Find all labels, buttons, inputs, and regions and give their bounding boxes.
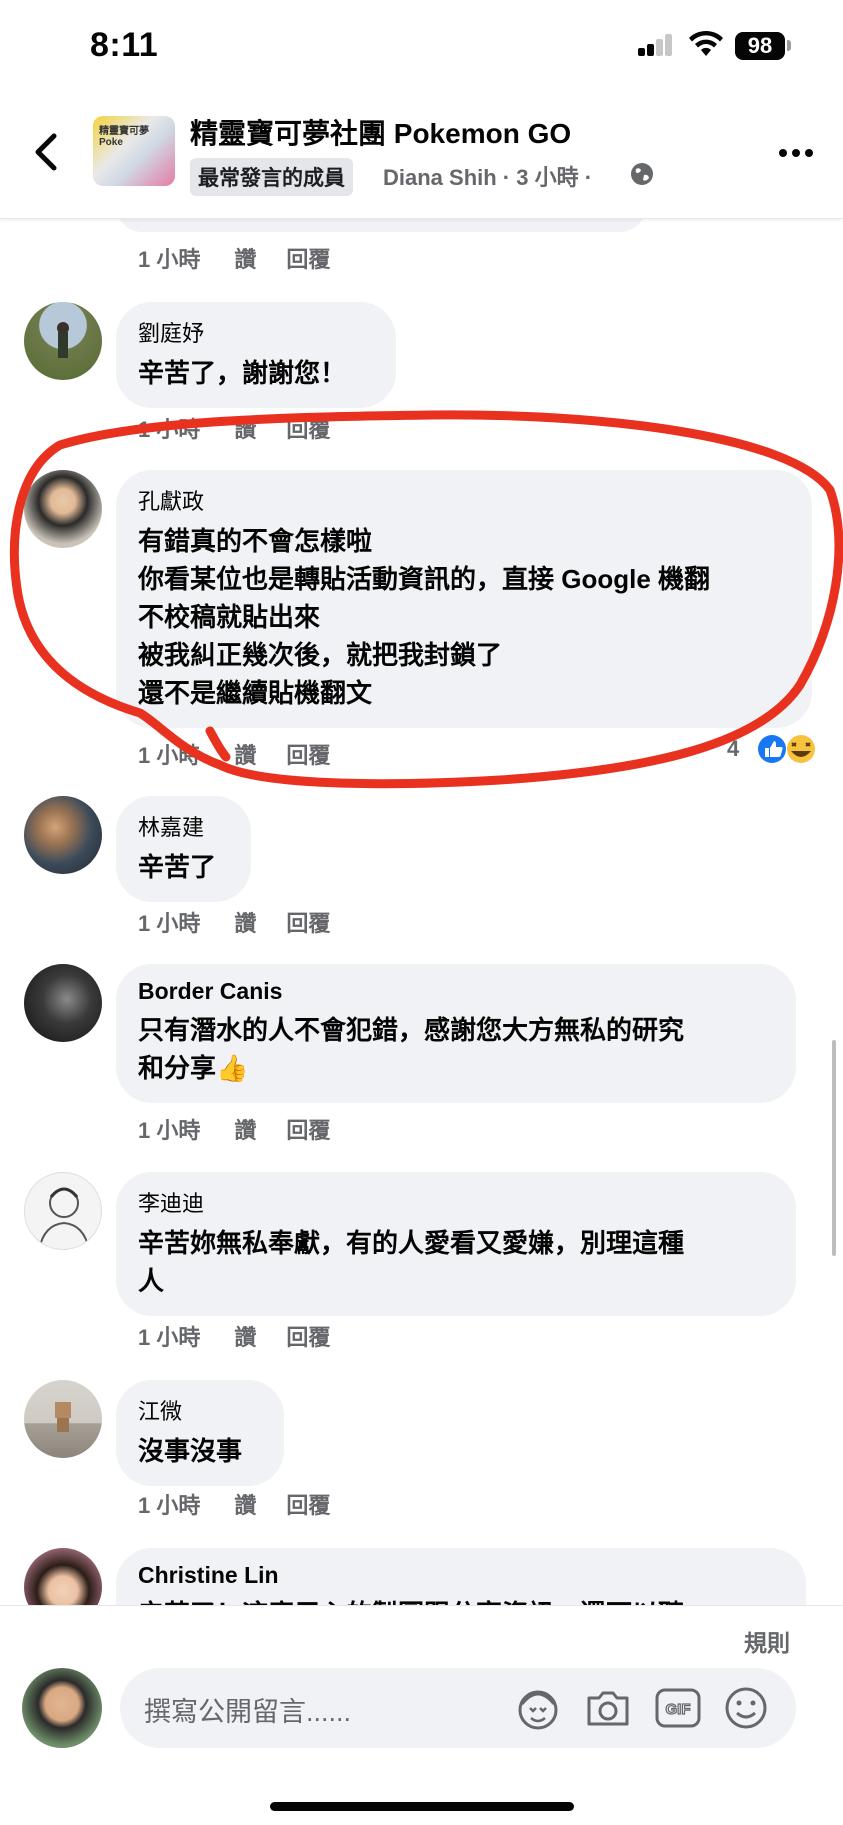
commenter-name[interactable]: 孔獻政 — [138, 484, 788, 516]
comment-bubble: 江微 沒事沒事 — [116, 1380, 284, 1486]
battery-nub — [787, 40, 791, 51]
like-link[interactable]: 讚 — [234, 242, 256, 274]
svg-text:GIF: GIF — [666, 1701, 691, 1718]
comment-bubble: 孔獻政 有錯真的不會怎樣啦 你看某位也是轉貼活動資訊的，直接 Google 機翻… — [116, 470, 812, 728]
commenter-avatar[interactable] — [24, 302, 102, 380]
commenter-avatar[interactable] — [24, 796, 102, 874]
comment-actions: 1 小時 讚回覆 — [138, 738, 360, 770]
avatar-sticker-icon[interactable] — [512, 1682, 564, 1734]
comment-text: 沒事沒事 — [138, 1436, 243, 1466]
reply-link[interactable]: 回覆 — [286, 1113, 330, 1145]
comment-input[interactable]: 撰寫公開留言...... GIF — [120, 1668, 796, 1748]
wifi-icon — [689, 30, 723, 56]
emoji-icon[interactable] — [720, 1682, 772, 1734]
rules-link[interactable]: 規則 — [744, 1624, 790, 1658]
like-link[interactable]: 讚 — [234, 1320, 256, 1352]
comment-time: 1 小時 — [138, 1118, 201, 1143]
member-badge: 最常發言的成員 — [190, 158, 353, 196]
like-link[interactable]: 讚 — [234, 1113, 256, 1145]
reaction-count[interactable]: 4 — [727, 736, 739, 762]
comment-actions: 1 小時 讚回覆 — [138, 242, 360, 274]
battery-indicator: 98 — [735, 32, 785, 60]
comment-actions: 1 小時 讚回覆 — [138, 906, 360, 938]
commenter-avatar[interactable] — [24, 1172, 102, 1250]
comment-time: 1 小時 — [138, 911, 201, 936]
group-title[interactable]: 精靈寶可夢社團 Pokemon GO — [190, 112, 571, 152]
like-link[interactable]: 讚 — [234, 412, 256, 444]
status-time: 8:11 — [90, 26, 159, 64]
comment-text: 辛苦妳無私奉獻，有的人愛看又愛嫌，別理這種 人 — [138, 1228, 685, 1296]
group-avatar-text: 精靈寶可夢 Poke — [99, 126, 149, 148]
comment-actions: 1 小時 讚回覆 — [138, 1113, 360, 1145]
globe-icon — [631, 163, 653, 185]
reply-link[interactable]: 回覆 — [286, 906, 330, 938]
reply-link[interactable]: 回覆 — [286, 242, 330, 274]
commenter-avatar[interactable] — [24, 1380, 102, 1458]
comment-actions: 1 小時 讚回覆 — [138, 1320, 360, 1352]
commenter-name[interactable]: 林嘉建 — [138, 810, 227, 842]
camera-icon[interactable] — [582, 1682, 634, 1734]
like-link[interactable]: 讚 — [234, 1488, 256, 1520]
scrollbar[interactable] — [832, 1040, 836, 1256]
reply-link[interactable]: 回覆 — [286, 1320, 330, 1352]
home-indicator — [270, 1802, 574, 1811]
haha-reaction-icon — [787, 735, 815, 763]
commenter-name[interactable]: Border Canis — [138, 978, 772, 1005]
comment-bubble: 林嘉建 辛苦了 — [116, 796, 251, 902]
cellular-signal-icon — [638, 34, 672, 56]
like-link[interactable]: 讚 — [234, 906, 256, 938]
commenter-name[interactable]: 李迪迪 — [138, 1186, 772, 1218]
commenter-name[interactable]: 江微 — [138, 1394, 260, 1426]
comment-time: 1 小時 — [138, 1493, 201, 1518]
comment-bubble: 李迪迪 辛苦妳無私奉獻，有的人愛看又愛嫌，別理這種 人 — [116, 1172, 796, 1316]
comment-time: 1 小時 — [138, 417, 201, 442]
comment-text: 辛苦了 — [138, 852, 217, 882]
reply-link[interactable]: 回覆 — [286, 738, 330, 770]
comment-actions: 1 小時 讚回覆 — [138, 1488, 360, 1520]
comment-text: 只有潛水的人不會犯錯，感謝您大方無私的研究 和分享👍 — [138, 1015, 685, 1083]
comment-input-placeholder: 撰寫公開留言...... — [144, 1697, 352, 1727]
comment-time: 1 小時 — [138, 247, 201, 272]
group-avatar[interactable]: 精靈寶可夢 Poke — [93, 116, 175, 186]
comment-text: 有錯真的不會怎樣啦 你看某位也是轉貼活動資訊的，直接 Google 機翻 不校稿… — [138, 526, 711, 708]
reply-link[interactable]: 回覆 — [286, 1488, 330, 1520]
commenter-name[interactable]: Christine Lin — [138, 1562, 782, 1589]
commenter-name[interactable]: 劉庭妤 — [138, 316, 372, 348]
post-header: 精靈寶可夢 Poke 精靈寶可夢社團 Pokemon GO 最常發言的成員 Di… — [0, 92, 843, 219]
post-meta[interactable]: Diana Shih · 3 小時 · — [383, 160, 592, 192]
like-link[interactable]: 讚 — [234, 738, 256, 770]
commenter-avatar[interactable] — [24, 964, 102, 1042]
back-arrow-icon[interactable] — [28, 130, 68, 174]
comment-bubble: Border Canis 只有潛水的人不會犯錯，感謝您大方無私的研究 和分享👍 — [116, 964, 796, 1103]
my-avatar[interactable] — [22, 1668, 102, 1748]
comment-time: 1 小時 — [138, 1325, 201, 1350]
comment-text: 辛苦了，謝謝您！ — [138, 358, 347, 388]
comment-bubble: 劉庭妤 辛苦了，謝謝您！ — [116, 302, 396, 408]
commenter-avatar[interactable] — [24, 470, 102, 548]
comment-actions: 1 小時 讚回覆 — [138, 412, 360, 444]
comment-time: 1 小時 — [138, 743, 201, 768]
more-options-icon[interactable] — [778, 148, 814, 158]
gif-icon[interactable]: GIF — [652, 1682, 704, 1734]
comment-composer: 規則 撰寫公開留言...... GIF — [0, 1605, 843, 1825]
reply-link[interactable]: 回覆 — [286, 412, 330, 444]
reactions-icon[interactable] — [745, 732, 821, 766]
